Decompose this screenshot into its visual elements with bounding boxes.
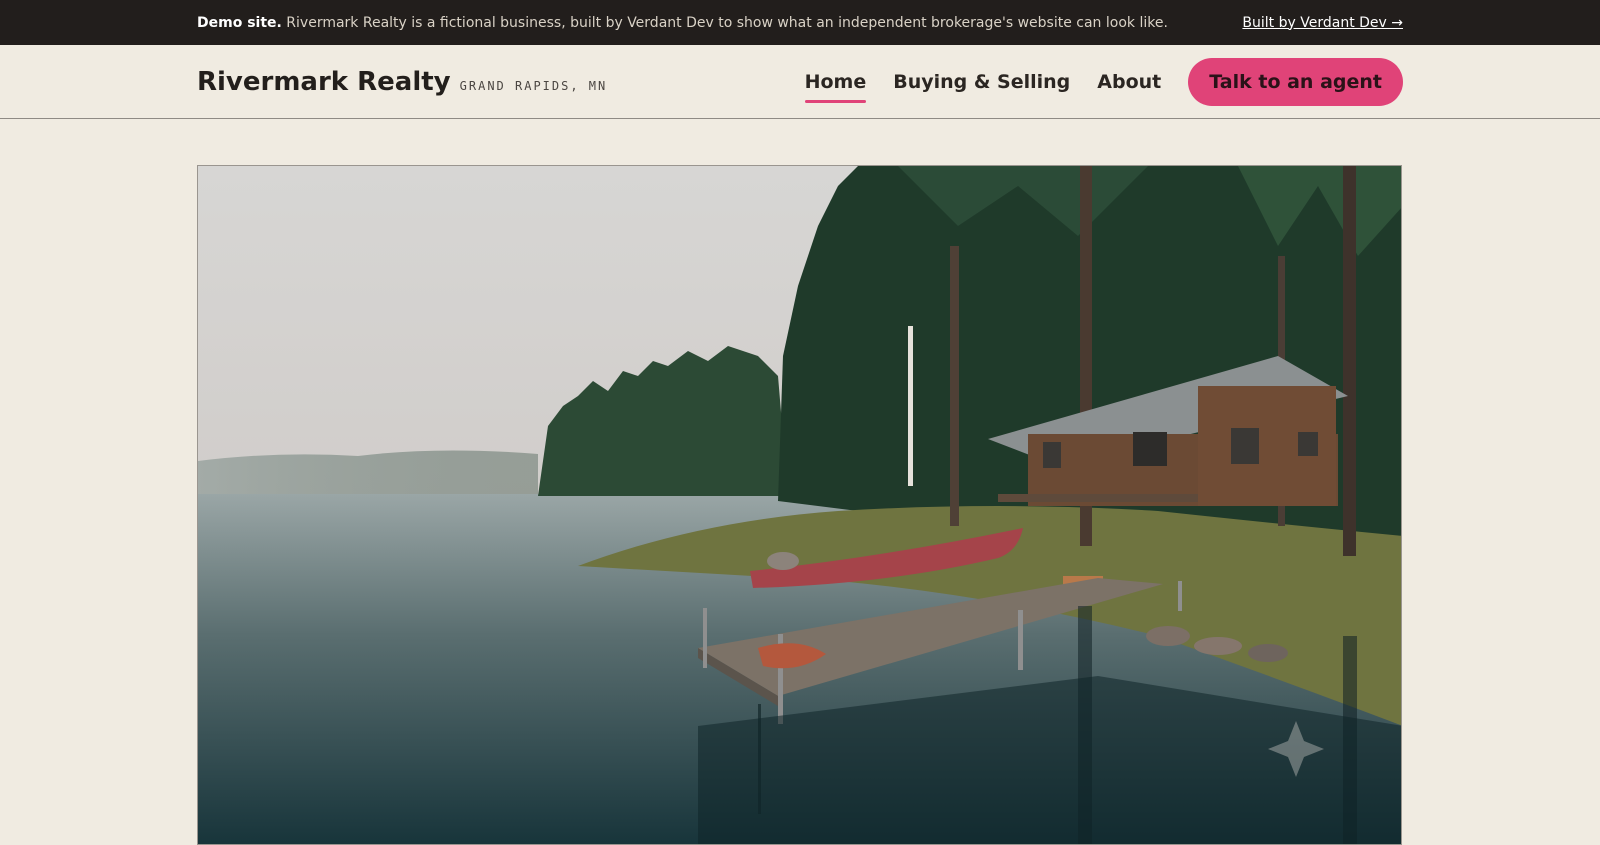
brand[interactable]: Rivermark Realty GRAND RAPIDS, MN bbox=[197, 67, 607, 97]
brand-name: Rivermark Realty bbox=[197, 66, 451, 97]
demo-banner: Demo site. Rivermark Realty is a fiction… bbox=[0, 0, 1600, 45]
lakeside-cabin-photo bbox=[198, 166, 1401, 844]
nav-home[interactable]: Home bbox=[804, 65, 866, 103]
hero-image bbox=[197, 165, 1402, 845]
main-nav: Home Buying & Selling About Talk to an a… bbox=[778, 57, 1403, 106]
nav-buying-selling[interactable]: Buying & Selling bbox=[893, 65, 1070, 99]
site-header: Rivermark Realty GRAND RAPIDS, MN Home B… bbox=[0, 45, 1600, 119]
demo-label: Demo site. bbox=[197, 14, 282, 31]
demo-banner-text: Demo site. Rivermark Realty is a fiction… bbox=[197, 15, 1168, 31]
talk-to-agent-button[interactable]: Talk to an agent bbox=[1188, 57, 1403, 106]
nav-about[interactable]: About bbox=[1097, 65, 1161, 99]
built-by-link[interactable]: Built by Verdant Dev → bbox=[1242, 15, 1403, 31]
brand-location: GRAND RAPIDS, MN bbox=[459, 78, 608, 93]
demo-description: Rivermark Realty is a fictional business… bbox=[286, 14, 1168, 31]
